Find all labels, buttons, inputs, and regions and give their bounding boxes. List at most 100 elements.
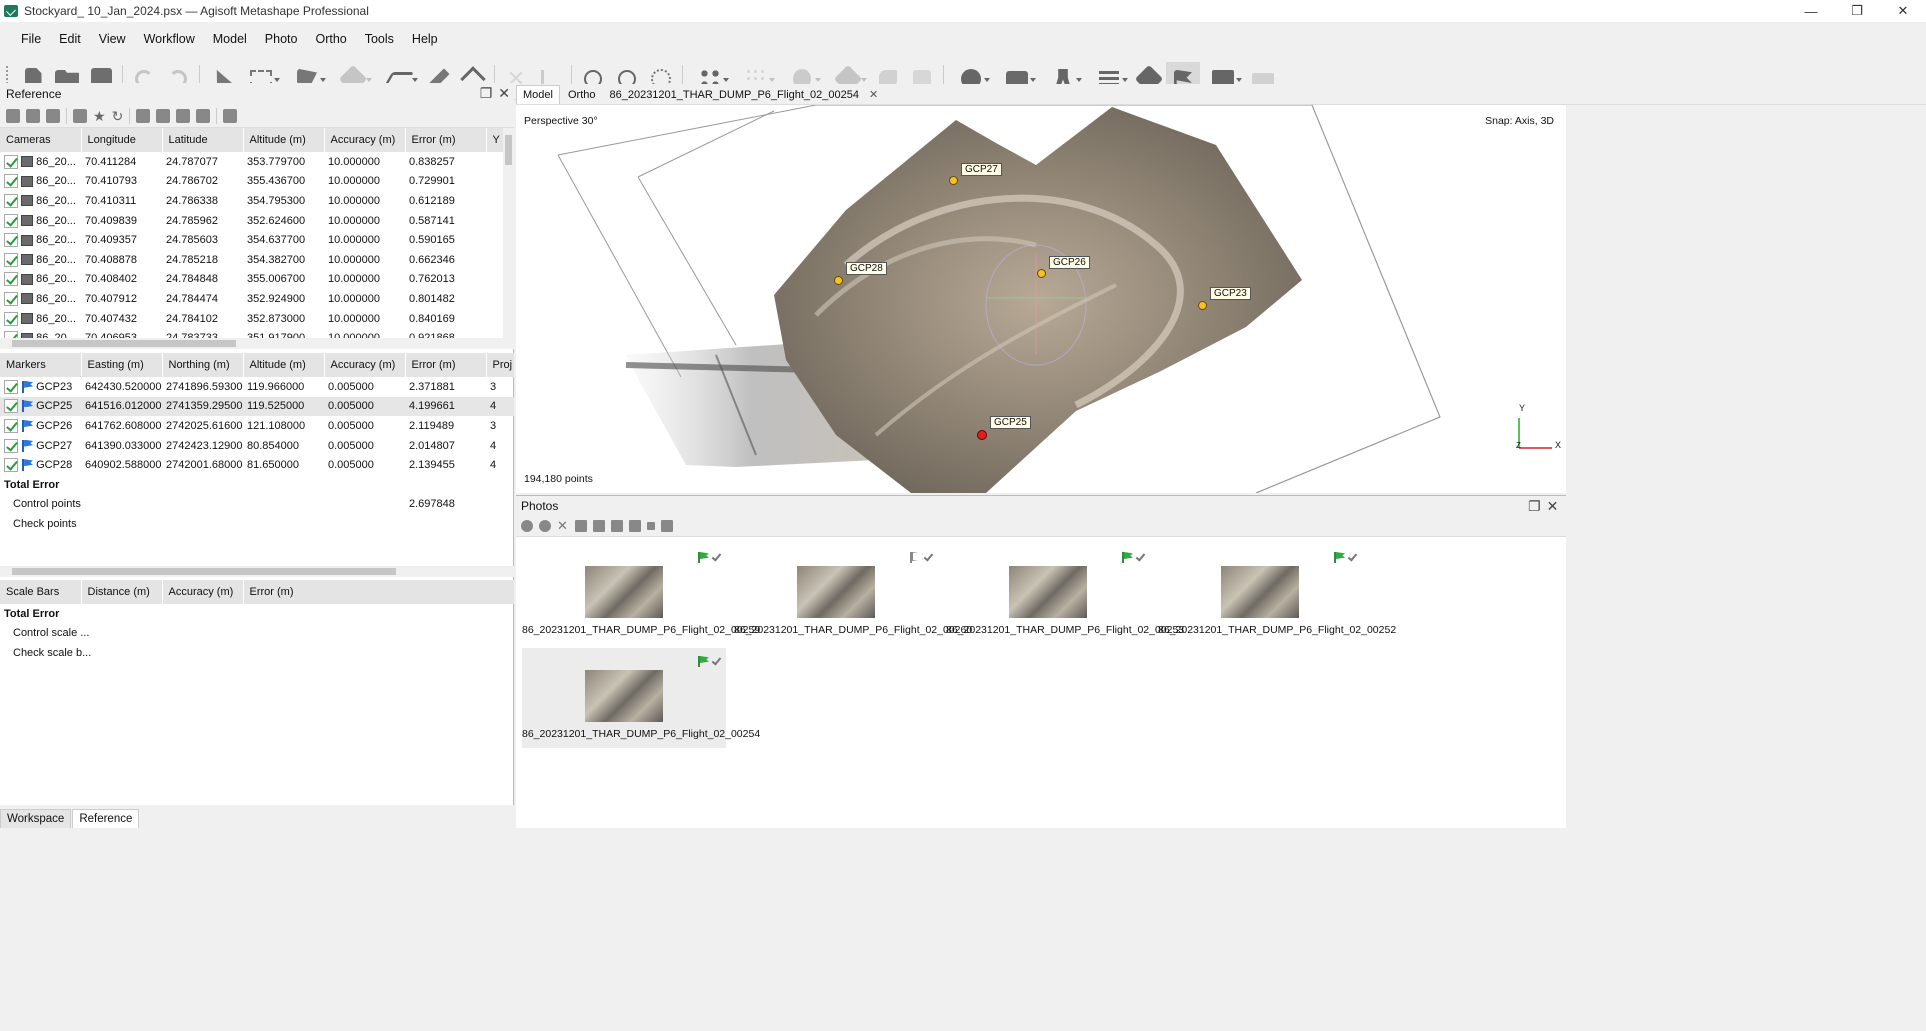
camera-row[interactable]: 86_20... 70.407912 24.784474 352.924900 10.0… — [0, 289, 504, 309]
tab-model[interactable]: Model — [516, 85, 560, 104]
photo-thumbnail-item[interactable]: 86_20231201_THAR_DUMP_P6_Flight_02_00254 — [522, 648, 760, 748]
reset-filter-icon[interactable] — [629, 520, 641, 532]
column-error[interactable]: Error (m) — [405, 353, 487, 377]
enable-checkbox[interactable] — [4, 331, 18, 338]
menu-tools[interactable]: Tools — [356, 30, 403, 48]
camera-row[interactable]: 86_20... 70.409357 24.785603 354.637700 10.0… — [0, 230, 504, 250]
export-reference-icon[interactable] — [26, 108, 40, 123]
rotate-right-icon[interactable] — [593, 520, 605, 532]
undock-icon[interactable]: ❐ — [1528, 498, 1541, 515]
check-points-row[interactable]: Check points — [0, 514, 514, 534]
photo-thumbnail-item[interactable]: 86_20231201_THAR_DUMP_P6_Flight_02_00260 — [734, 544, 972, 644]
column-scale-bars[interactable]: Scale Bars — [0, 580, 82, 604]
menu-photo[interactable]: Photo — [256, 30, 307, 48]
column-yaw[interactable]: Y — [486, 128, 504, 152]
view-source-icon[interactable] — [136, 108, 151, 123]
disable-cameras-icon[interactable] — [539, 520, 551, 532]
camera-row[interactable]: 86_20... 70.408402 24.784848 355.006700 10.0… — [0, 270, 504, 290]
column-markers[interactable]: Markers — [0, 353, 82, 377]
menu-help[interactable]: Help — [403, 30, 447, 48]
star-icon[interactable]: ★ — [93, 109, 106, 123]
small-square-icon[interactable] — [647, 522, 655, 530]
column-altitude[interactable]: Altitude (m) — [243, 353, 325, 377]
tab-workspace[interactable]: Workspace — [0, 809, 72, 828]
control-points-row[interactable]: Control points 2.697848 — [0, 495, 514, 515]
enable-checkbox[interactable] — [4, 272, 18, 287]
enable-checkbox[interactable] — [4, 438, 18, 453]
enable-checkbox[interactable] — [4, 233, 18, 248]
column-longitude[interactable]: Longitude — [81, 128, 163, 152]
tab-ortho[interactable]: Ortho — [562, 86, 602, 104]
marker-gcp27-pin[interactable] — [949, 176, 958, 185]
minimize-button[interactable]: — — [1788, 0, 1834, 22]
column-northing[interactable]: Northing (m) — [162, 353, 244, 377]
marker-gcp26-pin[interactable] — [1037, 269, 1046, 278]
column-accuracy[interactable]: Accuracy (m) — [324, 128, 406, 152]
scrollbar-thumb[interactable] — [505, 135, 512, 165]
enable-checkbox[interactable] — [4, 399, 18, 414]
menu-edit[interactable]: Edit — [50, 30, 90, 48]
undock-icon[interactable]: ❐ — [480, 85, 493, 102]
settings-icon[interactable] — [223, 108, 238, 123]
camera-row[interactable]: 86_20... 70.407432 24.784102 352.873000 10.0… — [0, 309, 504, 329]
import-reference-icon[interactable] — [6, 108, 20, 123]
remove-cameras-icon[interactable]: ✕ — [557, 519, 569, 532]
column-accuracy[interactable]: Accuracy (m) — [162, 580, 244, 604]
enable-checkbox[interactable] — [4, 252, 18, 267]
rotate-left-icon[interactable] — [575, 520, 587, 532]
markers-horizontal-scrollbar[interactable] — [0, 566, 514, 577]
marker-row[interactable]: GCP27 641390.033000 2742423.129000 80.85400… — [0, 436, 514, 456]
calculator-icon[interactable] — [73, 108, 87, 123]
column-error[interactable]: Error (m) — [243, 580, 514, 604]
model-view[interactable]: GCP27 GCP28 GCP26 GCP23 GCP25 Perspectiv… — [516, 105, 1566, 493]
column-distance[interactable]: Distance (m) — [81, 580, 163, 604]
marker-row[interactable]: GCP25 641516.012000 2741359.295000 119.5250… — [0, 396, 514, 417]
cameras-horizontal-scrollbar[interactable] — [0, 338, 514, 349]
marker-gcp25-pin[interactable] — [977, 430, 987, 440]
menu-file[interactable]: File — [12, 30, 50, 48]
photo-thumbnail-item[interactable]: 86_20231201_THAR_DUMP_P6_Flight_02_00253 — [946, 544, 1184, 644]
view-mode-icon[interactable] — [661, 520, 673, 532]
enable-checkbox[interactable] — [4, 174, 18, 189]
restore-button[interactable]: ❐ — [1834, 0, 1880, 22]
column-altitude[interactable]: Altitude (m) — [243, 128, 325, 152]
update-icon[interactable]: ↻ — [112, 109, 124, 123]
view-estimated-icon[interactable] — [156, 108, 171, 123]
marker-row[interactable]: GCP26 641762.608000 2742025.616000 121.1080… — [0, 416, 514, 436]
enable-checkbox[interactable] — [4, 311, 18, 326]
menu-workflow[interactable]: Workflow — [135, 30, 204, 48]
column-projections[interactable]: Proj — [486, 353, 514, 377]
convert-reference-icon[interactable] — [46, 108, 60, 123]
close-window-button[interactable]: ✕ — [1880, 0, 1926, 22]
camera-row[interactable]: 86_20... 70.410793 24.786702 355.436700 10.0… — [0, 172, 504, 192]
column-easting[interactable]: Easting (m) — [81, 353, 163, 377]
check-scalebars-row[interactable]: Check scale b... — [0, 643, 514, 663]
camera-row[interactable]: 86_20... 70.411284 24.787077 353.779700 10.0… — [0, 152, 504, 172]
tab-reference[interactable]: Reference — [72, 809, 140, 828]
enable-checkbox[interactable] — [4, 193, 18, 208]
camera-row[interactable]: 86_20...70.40695324.783733351.91790010.0… — [0, 328, 504, 338]
close-panel-icon[interactable]: ✕ — [1547, 498, 1559, 515]
view-variance-icon[interactable] — [196, 108, 211, 123]
camera-row[interactable]: 86_20... 70.409839 24.785962 352.624600 10.0… — [0, 211, 504, 231]
view-errors-icon[interactable] — [176, 108, 191, 123]
tab-photo-view[interactable]: 86_20231201_THAR_DUMP_P6_Flight_02_00254… — [603, 85, 884, 104]
column-cameras[interactable]: Cameras — [0, 128, 82, 152]
marker-row[interactable]: GCP28 640902.588000 2742001.680000 81.65000… — [0, 455, 514, 475]
camera-row[interactable]: 86_20... 70.408878 24.785218 354.382700 10.0… — [0, 250, 504, 270]
enable-checkbox[interactable] — [4, 418, 18, 433]
enable-checkbox[interactable] — [4, 379, 18, 394]
column-error[interactable]: Error (m) — [405, 128, 487, 152]
photo-thumbnail-item[interactable]: 86_20231201_THAR_DUMP_P6_Flight_02_00259 — [522, 544, 760, 644]
photo-thumbnail-item[interactable]: 86_20231201_THAR_DUMP_P6_Flight_02_00252 — [1158, 544, 1396, 644]
enable-cameras-icon[interactable] — [521, 520, 533, 532]
scrollbar-thumb[interactable] — [12, 340, 236, 347]
marker-gcp23-pin[interactable] — [1198, 301, 1207, 310]
enable-checkbox[interactable] — [4, 213, 18, 228]
cameras-vertical-scrollbar[interactable] — [503, 128, 514, 338]
filter-by-marker-icon[interactable] — [611, 520, 623, 532]
enable-checkbox[interactable] — [4, 458, 18, 473]
model-view-canvas[interactable] — [516, 105, 1566, 493]
menu-model[interactable]: Model — [204, 30, 256, 48]
enable-checkbox[interactable] — [4, 291, 18, 306]
